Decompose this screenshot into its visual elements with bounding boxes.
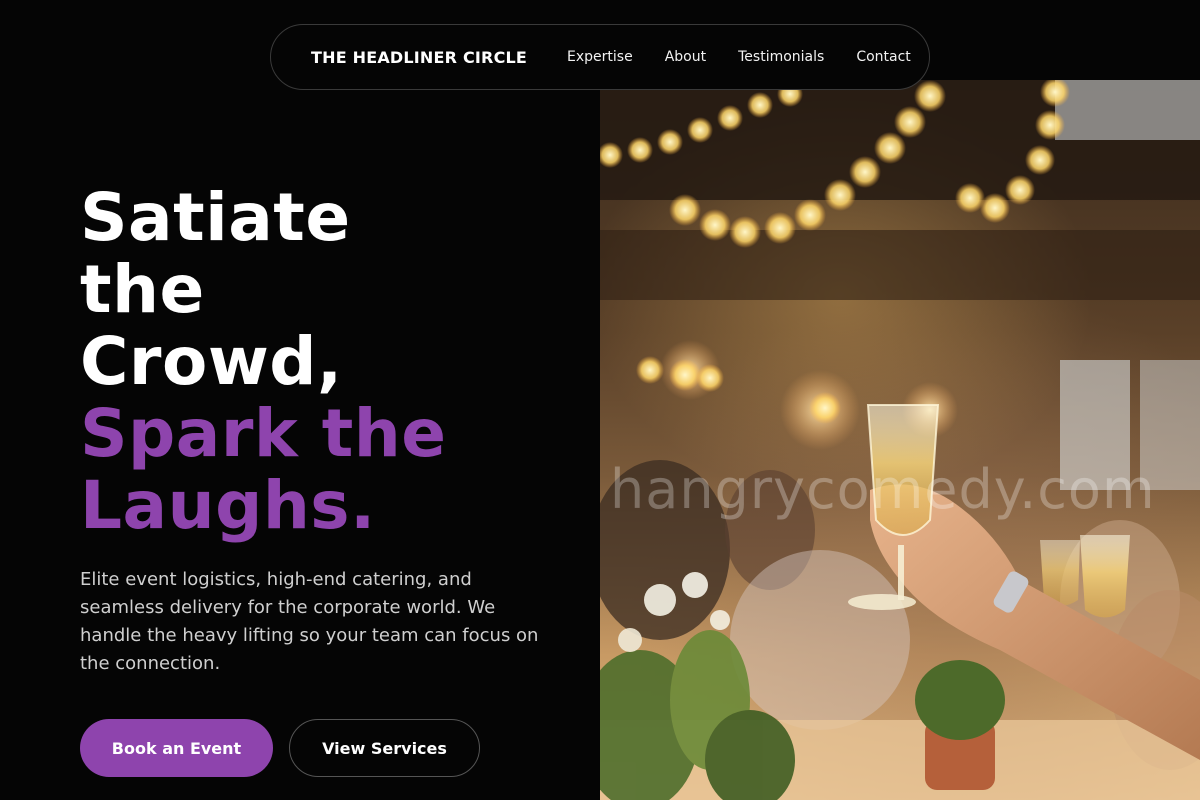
hero-image: hangrycomedy.com: [600, 80, 1200, 800]
nav-link-expertise[interactable]: Expertise: [567, 49, 633, 65]
headline-line: Satiate: [80, 179, 351, 256]
watermark: hangrycomedy.com: [610, 458, 1156, 521]
view-services-button[interactable]: View Services: [289, 719, 480, 777]
headline-line: Crowd,: [80, 323, 343, 400]
hero-headline: Satiate the Crowd, Spark the Laughs.: [80, 182, 580, 542]
brand-logo[interactable]: THE HEADLINER CIRCLE: [311, 48, 527, 67]
nav-links: Expertise About Testimonials Contact: [567, 49, 911, 65]
navbar: THE HEADLINER CIRCLE Expertise About Tes…: [270, 24, 930, 90]
banquet-photo-illustration: [600, 80, 1200, 800]
nav-link-contact[interactable]: Contact: [856, 49, 910, 65]
headline-line: the: [80, 251, 205, 328]
nav-link-about[interactable]: About: [665, 49, 706, 65]
nav-link-testimonials[interactable]: Testimonials: [738, 49, 824, 65]
book-event-button[interactable]: Book an Event: [80, 719, 273, 777]
headline-accent-line: Laughs.: [80, 467, 376, 544]
headline-accent-line: Spark the: [80, 395, 447, 472]
hero-description: Elite event logistics, high-end catering…: [80, 569, 539, 674]
